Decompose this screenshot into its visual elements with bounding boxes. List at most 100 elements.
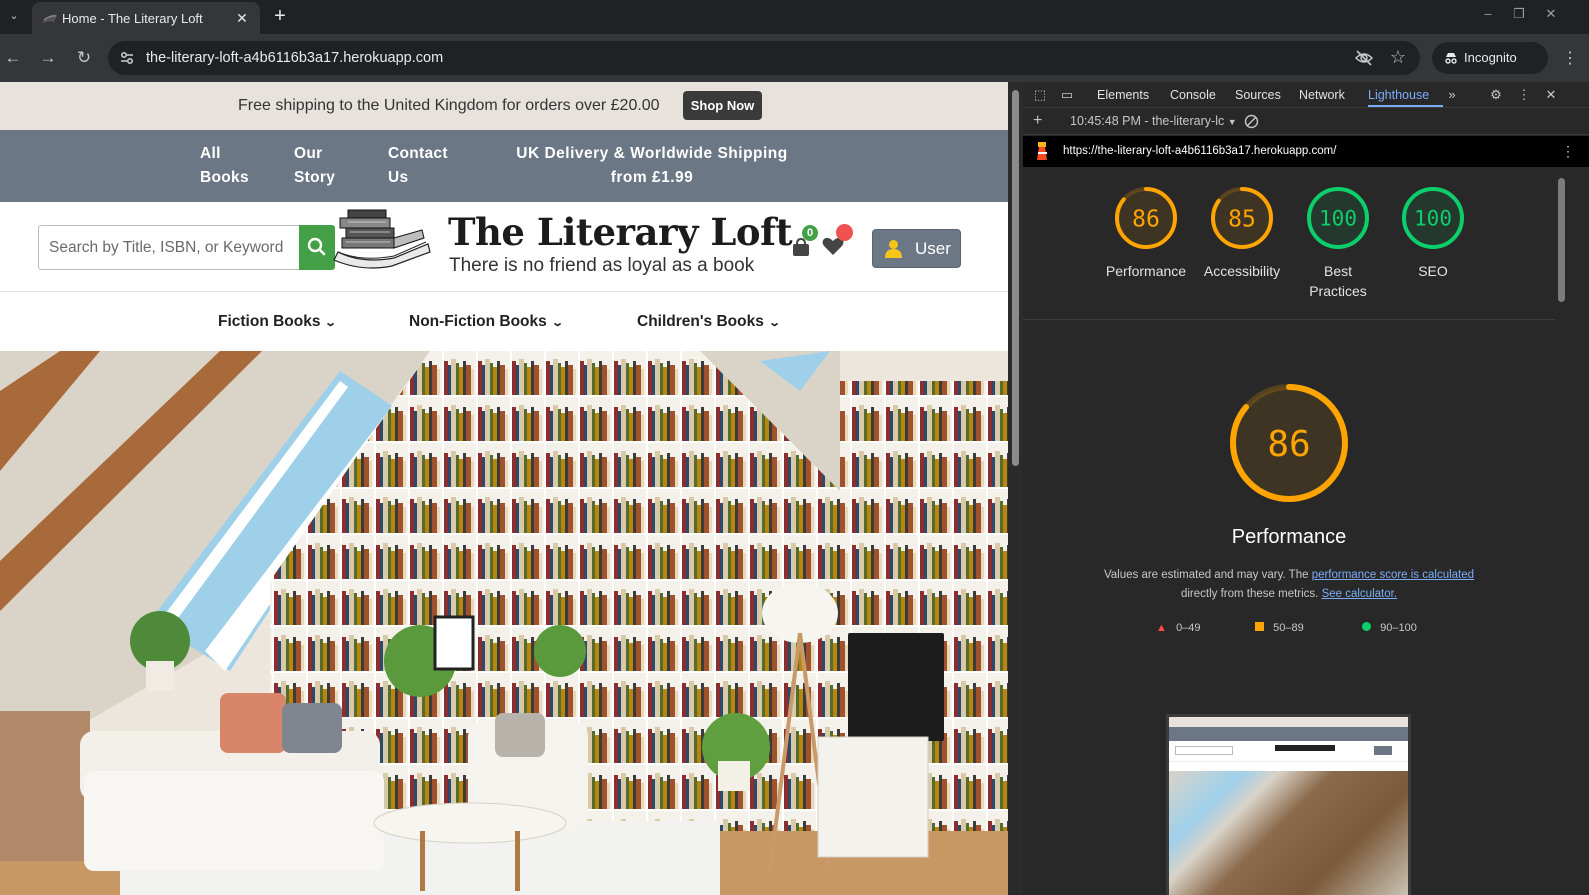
user-label: User: [915, 239, 951, 258]
performance-big-gauge: 86: [1230, 384, 1348, 502]
user-icon: [885, 240, 902, 258]
thumb-header: [1169, 741, 1408, 761]
devtools-scrollbar[interactable]: [1555, 168, 1569, 895]
incognito-indicator[interactable]: Incognito: [1432, 42, 1548, 74]
report-menu-icon[interactable]: ⋮: [1561, 143, 1575, 160]
legend-average-label: 50–89: [1273, 622, 1304, 634]
devtools-scrollbar-thumb[interactable]: [1558, 178, 1565, 302]
report-url-bar: https://the-literary-loft-a4b6116b3a17.h…: [1023, 136, 1589, 167]
tab-network[interactable]: Network: [1299, 88, 1345, 102]
browser-tab[interactable]: Home - The Literary Loft ✕: [32, 2, 260, 34]
legend-fail-label: 0–49: [1176, 622, 1201, 634]
restore-icon[interactable]: ❐: [1509, 6, 1529, 22]
category-non-fiction[interactable]: Non-Fiction Books ⌄: [409, 313, 564, 331]
settings-gear-icon[interactable]: ⚙: [1487, 86, 1505, 104]
shipping-info: UK Delivery & Worldwide Shipping from £1…: [500, 142, 804, 190]
gauge-score: 86: [1132, 206, 1160, 232]
page-screenshot-thumbnail[interactable]: [1166, 714, 1411, 895]
inspect-element-icon[interactable]: ⬚: [1031, 86, 1049, 104]
report-url[interactable]: https://the-literary-loft-a4b6116b3a17.h…: [1063, 145, 1336, 157]
eye-slash-icon[interactable]: [1354, 49, 1374, 67]
gauge-score: 86: [1267, 424, 1310, 465]
chevron-down-icon: ⌄: [768, 317, 781, 329]
category-childrens[interactable]: Children's Books ⌄: [637, 313, 781, 331]
tab-search-icon[interactable]: ⌄: [4, 6, 24, 26]
category-fiction[interactable]: Fiction Books ⌄: [218, 313, 338, 331]
devtools-menu-icon[interactable]: ⋮: [1515, 86, 1533, 104]
incognito-icon: [1445, 53, 1457, 64]
square-icon: [1255, 622, 1264, 631]
score-label-seo[interactable]: SEO: [1383, 261, 1483, 281]
report-select[interactable]: 10:45:48 PM - the-literary-lc ▼: [1070, 114, 1237, 128]
score-calculated-link[interactable]: performance score is calculated: [1312, 569, 1474, 581]
shop-now-button[interactable]: Shop Now: [683, 91, 762, 120]
new-tab-button[interactable]: +: [270, 5, 290, 28]
gauge-score: 100: [1414, 207, 1452, 231]
browser-menu-icon[interactable]: ⋮: [1560, 48, 1580, 68]
category-navigation: Fiction Books ⌄ Non-Fiction Books ⌄ Childr…: [0, 293, 1008, 351]
score-label-performance[interactable]: Performance: [1096, 261, 1196, 281]
search-button[interactable]: [299, 225, 335, 270]
page-scrollbar-thumb[interactable]: [1012, 90, 1019, 466]
nav-all-books-line2: Books: [200, 169, 249, 186]
page-scrollbar[interactable]: [1008, 82, 1023, 895]
nav-all-books[interactable]: All Books: [200, 142, 249, 190]
legend-fail: ▲ 0–49: [1156, 622, 1201, 634]
wishlist-badge: [836, 224, 853, 241]
search-field[interactable]: [38, 225, 300, 270]
tab-console[interactable]: Console: [1170, 88, 1216, 102]
brand-title[interactable]: The Literary Loft: [448, 210, 793, 254]
performance-note: Values are estimated and may vary. The p…: [1063, 566, 1515, 604]
tab-close-icon[interactable]: ✕: [232, 8, 252, 28]
tab-title: Home - The Literary Loft: [62, 11, 203, 26]
score-gauge-performance[interactable]: 86: [1114, 186, 1178, 250]
site-info-icon[interactable]: [118, 49, 136, 67]
gauge-score: 85: [1228, 206, 1256, 232]
category-non-fiction-label: Non-Fiction Books: [409, 313, 547, 330]
incognito-label: Incognito: [1464, 50, 1517, 65]
nav-contact-us[interactable]: Contact Us: [388, 142, 448, 190]
note-text-2: directly from these metrics.: [1180, 588, 1322, 600]
forward-icon[interactable]: →: [38, 48, 58, 68]
devtools-close-icon[interactable]: ✕: [1542, 86, 1560, 104]
tab-elements[interactable]: Elements: [1097, 88, 1149, 102]
thumb-announcement: [1169, 717, 1408, 727]
new-report-icon[interactable]: +: [1033, 112, 1042, 130]
user-button[interactable]: User: [872, 229, 961, 268]
minimize-icon[interactable]: –: [1478, 6, 1498, 21]
back-icon[interactable]: ←: [3, 48, 23, 68]
score-gauge-best-practices[interactable]: 100: [1306, 186, 1370, 250]
url-text: the-literary-loft-a4b6116b3a17.herokuapp…: [146, 50, 444, 66]
see-calculator-link[interactable]: See calculator.: [1322, 588, 1397, 600]
search-input[interactable]: [39, 226, 300, 269]
lighthouse-toolbar: + 10:45:48 PM - the-literary-lc ▼: [1023, 108, 1589, 135]
announcement-text: Free shipping to the United Kingdom for …: [238, 97, 660, 114]
reload-icon[interactable]: ↻: [74, 48, 94, 68]
browser-titlebar: ⌄ Home - The Literary Loft ✕ + – ❐ ✕: [0, 0, 1589, 34]
score-label-accessibility[interactable]: Accessibility: [1192, 261, 1292, 281]
nav-our-story-line2: Story: [294, 169, 336, 186]
tab-sources[interactable]: Sources: [1235, 88, 1281, 102]
clear-icon[interactable]: [1244, 114, 1259, 129]
site-header: The Literary Loft There is no friend as …: [0, 202, 1008, 292]
brand-tagline: There is no friend as loyal as a book: [449, 255, 755, 276]
score-gauge-seo[interactable]: 100: [1401, 186, 1465, 250]
bag-count-badge: 0: [802, 225, 818, 241]
device-toolbar-icon[interactable]: ▭: [1058, 86, 1076, 104]
score-gauge-accessibility[interactable]: 85: [1210, 186, 1274, 250]
nav-our-story-line1: Our: [294, 145, 323, 162]
nav-all-books-line1: All: [200, 145, 221, 162]
more-tabs-icon[interactable]: »: [1443, 86, 1461, 104]
tab-lighthouse[interactable]: Lighthouse: [1368, 88, 1429, 102]
hero-image: [0, 351, 1008, 895]
top-navigation: All Books Our Story Contact Us UK Delive…: [0, 130, 1008, 202]
address-bar[interactable]: the-literary-loft-a4b6116b3a17.herokuapp…: [108, 41, 1420, 75]
nav-our-story[interactable]: Our Story: [294, 142, 335, 190]
bookmark-star-icon[interactable]: ☆: [1390, 47, 1406, 68]
score-label-best-practices[interactable]: Best Practices: [1306, 261, 1370, 301]
chevron-down-icon: ⌄: [324, 317, 338, 329]
window-close-icon[interactable]: ✕: [1541, 6, 1561, 22]
circle-icon: [1362, 622, 1371, 631]
nav-contact-line1: Contact: [388, 145, 448, 162]
active-tab-indicator: [1368, 105, 1443, 107]
